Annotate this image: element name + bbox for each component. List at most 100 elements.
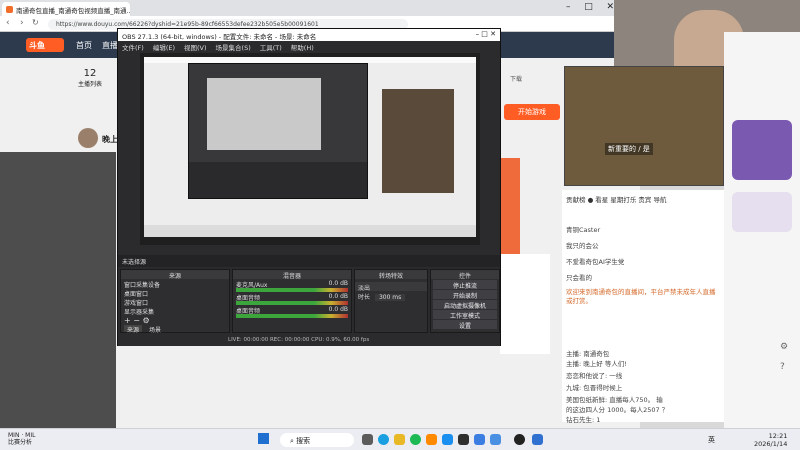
chrome-icon[interactable] <box>410 434 421 445</box>
minimize-icon[interactable]: – <box>566 2 571 14</box>
nav-home[interactable]: 首页 <box>76 40 92 51</box>
window-controls: – □ ✕ <box>560 0 620 16</box>
menu-edit[interactable]: 编辑(E) <box>153 42 175 52</box>
source-item[interactable]: 桌面窗口 <box>121 288 229 298</box>
controls-header: 控件 <box>431 270 499 280</box>
settings-icon[interactable]: ⚙ <box>780 342 788 352</box>
download-icon[interactable]: 下载 <box>510 74 522 94</box>
app-icon[interactable] <box>490 434 501 445</box>
red-banner <box>500 158 520 254</box>
obs-window-controls[interactable]: – □ ✕ <box>476 30 496 38</box>
taskbar-search[interactable]: ⌕ 搜索 <box>280 433 354 447</box>
source-toolbar: + − ⚙ <box>121 315 229 325</box>
chat-message: 的这边四人分 1000。每人2507 ？ <box>566 406 669 414</box>
chat-panel: 贡献榜 ● 看星 星期打乐 贵宾 导航 青铜Caster 我只的会公 不爱看奇包… <box>562 190 724 424</box>
add-source-icon[interactable]: + <box>124 316 131 325</box>
help-icon[interactable]: ? <box>780 362 785 372</box>
close-icon[interactable]: ✕ <box>606 2 614 14</box>
tab-scenes[interactable]: 场景 <box>146 325 164 334</box>
mixer-track-name: 桌面音频 <box>236 308 261 315</box>
sources-header: 来源 <box>121 270 229 280</box>
nested-obs-window <box>188 63 368 199</box>
video-area <box>0 152 116 428</box>
mixer-track-level: 0.0 dB <box>328 280 348 287</box>
chat-tabs[interactable]: 贡献榜 ● 看星 星期打乐 贵宾 导航 <box>566 194 667 204</box>
stop-stream-button[interactable]: 停止推流 <box>433 280 497 290</box>
nested-docks <box>189 162 367 198</box>
app-icon[interactable] <box>458 434 469 445</box>
nav-live[interactable]: 直播 <box>102 40 118 51</box>
mixer-header: 混音器 <box>233 270 351 280</box>
search-icon: ⌕ <box>290 437 294 445</box>
obs-taskbar-icon[interactable] <box>514 434 525 445</box>
input-language[interactable]: 英 <box>708 435 715 445</box>
follow-label: 主播列表 <box>77 81 102 88</box>
browser-tab-bar: 南通奇包直播_南通奇包视频直播_南通... – □ ✕ <box>0 0 620 16</box>
task-view-icon[interactable] <box>362 434 373 445</box>
chat-message: 主播: 南通奇包 <box>566 350 610 358</box>
mixer-track-level: 0.0 dB <box>328 293 348 300</box>
chat-message: 钻石先生: 1 <box>566 416 601 424</box>
obs-source-status: 未选择源 <box>118 255 500 267</box>
menu-scenes[interactable]: 场景集合(S) <box>216 42 251 52</box>
duration-input[interactable]: 300 ms <box>374 294 406 301</box>
obs-preview[interactable] <box>140 53 480 245</box>
douyu-logo[interactable]: 斗鱼 <box>26 38 64 52</box>
follow-count: 12 <box>83 68 97 79</box>
app-icon[interactable] <box>532 434 543 445</box>
transition-dock: 转场特效 淡出 时长 300 ms <box>354 269 428 333</box>
follow-counter[interactable]: 12 主播列表 <box>70 68 110 98</box>
app-icon[interactable] <box>442 434 453 445</box>
start-record-button[interactable]: 开始录制 <box>433 290 497 300</box>
source-item[interactable]: 游戏窗口 <box>121 297 229 307</box>
page-panel <box>500 254 550 354</box>
taskbar-clock[interactable]: 12:21 2026/1/14 <box>754 432 787 448</box>
source-settings-icon[interactable]: ⚙ <box>143 316 150 325</box>
game-caption: 新重要的 / 是 <box>605 143 653 155</box>
edge-icon[interactable] <box>378 434 389 445</box>
back-icon[interactable]: ‹ <box>6 18 10 28</box>
virtual-camera-button[interactable]: 启动虚拟摄像机 <box>433 300 497 310</box>
settings-button[interactable]: 设置 <box>433 320 497 330</box>
menu-view[interactable]: 视图(V) <box>184 42 207 52</box>
file-explorer-icon[interactable] <box>394 434 405 445</box>
promo-banner[interactable] <box>732 120 792 180</box>
obs-menu-bar: 文件(F) 编辑(E) 视图(V) 场景集合(S) 工具(T) 帮助(H) <box>118 41 500 52</box>
browser-tab[interactable]: 南通奇包直播_南通奇包视频直播_南通... <box>2 2 130 16</box>
obs-title-bar: OBS 27.1.3 (64-bit, windows) - 配置文件: 未命名… <box>118 29 500 41</box>
weather-sub: 比赛分析 <box>8 439 33 446</box>
remove-source-icon[interactable]: − <box>133 316 140 325</box>
mixer-track-name: 麦克风/Aux <box>236 282 268 289</box>
source-item[interactable]: 窗口采集设备 <box>121 279 229 289</box>
weather-widget[interactable]: MIN · MIL 比赛分析 <box>8 432 35 446</box>
search-placeholder: 搜索 <box>296 437 311 445</box>
menu-file[interactable]: 文件(F) <box>122 42 144 52</box>
maximize-icon[interactable]: □ <box>584 2 593 14</box>
reload-icon[interactable]: ↻ <box>32 18 39 27</box>
mixer-track-level: 0.0 dB <box>328 306 348 313</box>
app-icon[interactable] <box>426 434 437 445</box>
controls-dock: 控件 停止推流 开始录制 启动虚拟摄像机 工作室模式 设置 <box>430 269 500 333</box>
chat-message: 恋恋和他说了: 一线 <box>566 372 623 380</box>
douyu-favicon-icon <box>6 6 13 13</box>
menu-help[interactable]: 帮助(H) <box>291 42 314 52</box>
windows-taskbar: MIN · MIL 比赛分析 ⌕ 搜索 英 12:21 2026/1/14 <box>0 428 800 450</box>
nested-game-view <box>382 89 454 193</box>
forward-icon[interactable]: › <box>20 18 24 28</box>
tab-sources[interactable]: 来源 <box>124 325 143 334</box>
transition-select[interactable]: 淡出 <box>355 282 427 292</box>
streamer-avatar[interactable] <box>78 128 98 148</box>
start-game-button[interactable]: 开始游戏 <box>504 104 560 120</box>
studio-mode-button[interactable]: 工作室模式 <box>433 310 497 320</box>
mixer-track: 桌面音频 0.0 dB <box>233 305 351 315</box>
obs-status-bar: LIVE: 00:00:00 REC: 00:00:00 CPU: 0.9%, … <box>118 335 500 346</box>
promo-banner-2[interactable] <box>732 192 792 232</box>
menu-tools[interactable]: 工具(T) <box>260 42 282 52</box>
obs-window: OBS 27.1.3 (64-bit, windows) - 配置文件: 未命名… <box>117 28 501 346</box>
source-item[interactable]: 显示器采集 <box>121 306 229 316</box>
chat-rank-3: 不爱看奇包AI学生党 <box>566 258 625 266</box>
windows-start-icon[interactable] <box>258 433 269 444</box>
app-icon[interactable] <box>474 434 485 445</box>
mixer-track: 麦克风/Aux 0.0 dB <box>233 279 351 289</box>
mixer-dock: 混音器 麦克风/Aux 0.0 dB 桌面音频 0.0 dB 桌面音频 0.0 … <box>232 269 352 333</box>
